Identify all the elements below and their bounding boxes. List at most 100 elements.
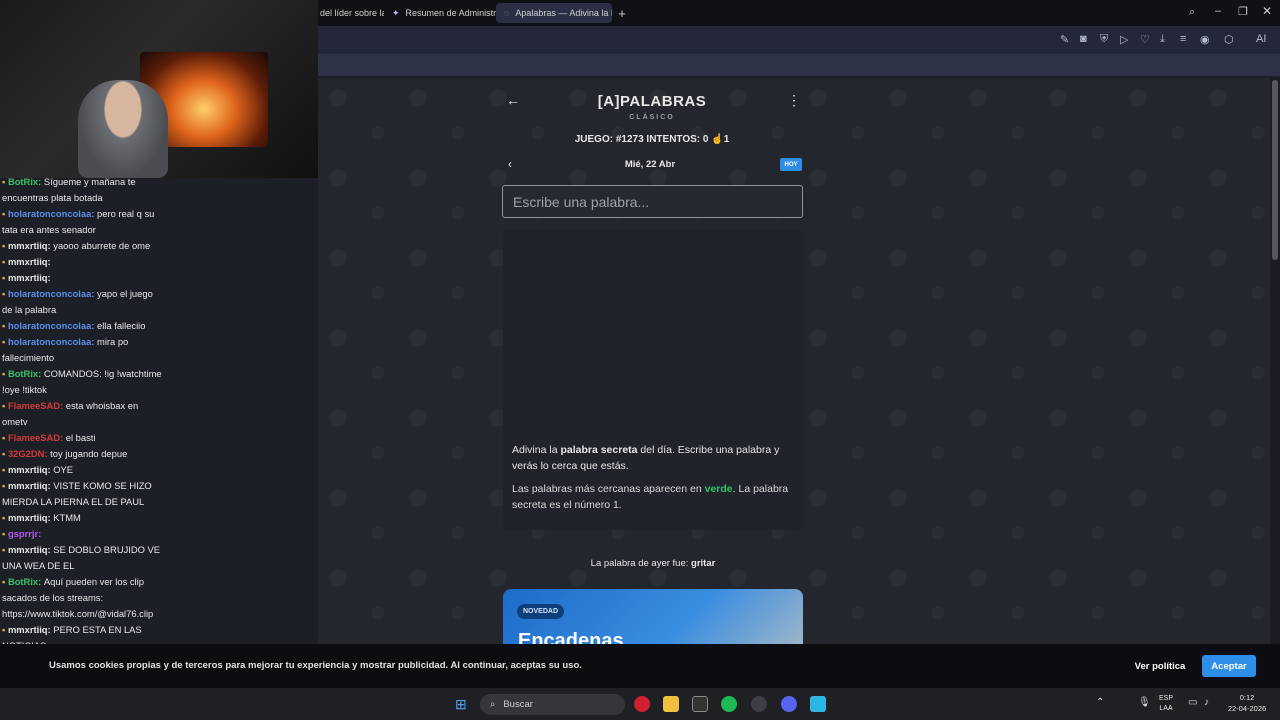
- heart-icon[interactable]: ♡: [1140, 33, 1150, 46]
- chat-message: ▪ mmxrtiiq: SE DOBLO BRUJIDO VE UNA WEA …: [0, 542, 166, 574]
- shield-icon[interactable]: ⛨: [1100, 33, 1108, 46]
- epic-games-icon[interactable]: [692, 696, 708, 712]
- chat-message: ▪ holaratonconcolaa: mira po fallecimien…: [0, 334, 166, 366]
- browser-tab[interactable]: del líder sobre la: [312, 3, 384, 23]
- game-mode-label: CLÁSICO: [629, 114, 675, 121]
- chat-username[interactable]: mmxrtiiq:: [8, 624, 53, 635]
- notepad-icon[interactable]: [810, 696, 826, 712]
- spotify-icon[interactable]: [721, 696, 737, 712]
- scrollbar-thumb[interactable]: [1272, 80, 1278, 260]
- new-tab-button[interactable]: +: [612, 3, 632, 23]
- today-badge[interactable]: HOY: [780, 158, 802, 171]
- list-icon[interactable]: ≡: [1180, 33, 1186, 45]
- maximize-icon[interactable]: ❐: [1238, 5, 1248, 18]
- edit-icon[interactable]: ✎: [1060, 33, 1069, 46]
- instructions-part: Las palabras más cercanas aparecen en: [512, 483, 705, 495]
- browser-tab-active[interactable]: ◌ Apalabras — Adivina la P: [496, 3, 612, 23]
- yesterday-word: gritar: [691, 558, 716, 569]
- chat-username[interactable]: BotRix:: [8, 176, 44, 187]
- cookie-text: Usamos cookies propias y de terceros par…: [49, 660, 582, 671]
- discord-icon[interactable]: [781, 696, 797, 712]
- chat-message: ▪ FlameeSAD: el basti: [0, 430, 166, 446]
- chat-message: ▪ holaratonconcolaa: pero real q su tata…: [0, 206, 166, 238]
- chat-username[interactable]: mmxrtiiq:: [8, 512, 53, 523]
- chat-username[interactable]: BotRix:: [8, 368, 44, 379]
- chevron-up-icon[interactable]: ⌃: [1096, 697, 1104, 708]
- chat-username[interactable]: BotRix:: [8, 576, 44, 587]
- chat-username[interactable]: holaratonconcolaa:: [8, 336, 97, 347]
- chat-username[interactable]: holaratonconcolaa:: [8, 288, 97, 299]
- yesterday-label: La palabra de ayer fue:: [590, 558, 692, 569]
- app-icon[interactable]: [751, 696, 767, 712]
- chat-username[interactable]: holaratonconcolaa:: [8, 320, 97, 331]
- chat-username[interactable]: mmxrtiiq:: [8, 272, 51, 283]
- chat-message: ▪ gsprrjr:: [0, 526, 166, 542]
- camera-icon[interactable]: ◙: [1080, 33, 1087, 45]
- lang-code: ESP: [1159, 695, 1174, 702]
- chat-text: el basti: [65, 432, 96, 443]
- word-input[interactable]: [502, 185, 803, 218]
- profile-icon[interactable]: ◉: [1200, 33, 1210, 46]
- chat-username[interactable]: mmxrtiiq:: [8, 256, 51, 267]
- back-arrow-icon[interactable]: ←: [506, 92, 520, 108]
- view-policy-button[interactable]: Ver política: [1124, 655, 1196, 677]
- play-icon[interactable]: ▷: [1120, 33, 1128, 46]
- browser-toolbar: ✎ ◙ ⛨ ▷ ♡ ⤓ ≡ ◉ ⬡ AI: [318, 26, 1280, 54]
- yesterday-word-line: La palabra de ayer fue: gritar: [503, 558, 803, 569]
- extension-icon[interactable]: ⬡: [1224, 33, 1234, 46]
- close-icon[interactable]: ✕: [1262, 4, 1272, 18]
- page-title: [A]PALABRAS: [597, 93, 707, 110]
- ai-icon[interactable]: AI: [1256, 33, 1266, 45]
- instructions-emphasis: palabra secreta: [560, 444, 638, 456]
- chat-username[interactable]: FlameeSAD:: [8, 400, 66, 411]
- chat-message: ▪ mmxrtiiq: KTMM: [0, 510, 166, 526]
- chat-text: toy jugando depue: [50, 448, 128, 459]
- sparkle-icon: ✦: [392, 7, 400, 18]
- chat-username[interactable]: gsprrjr:: [8, 528, 41, 539]
- chat-message: ▪ mmxrtiiq: VISTE KOMO SE HIZO MIERDA LA…: [0, 478, 166, 510]
- game-stats: JUEGO: #1273 INTENTOS: 0 ☝1: [574, 134, 730, 145]
- search-icon: ⌕: [490, 699, 496, 710]
- tab-label: Resumen de Administrac: [405, 8, 496, 18]
- tab-label: Apalabras — Adivina la P: [515, 8, 612, 18]
- chat-message: ▪ mmxrtiiq: OYE: [0, 462, 166, 478]
- chat-message: ▪ BotRix: Aquí pueden ver los clip sacad…: [0, 574, 166, 622]
- file-explorer-icon[interactable]: [663, 696, 679, 712]
- search-label: Buscar: [503, 699, 533, 710]
- language-indicator[interactable]: ESP LAA: [1159, 694, 1173, 714]
- chat-message: ▪ FlameeSAD: esta whoisbax en ometv: [0, 398, 166, 430]
- chat-text: OYE: [53, 464, 74, 475]
- download-icon[interactable]: ⤓: [1160, 33, 1165, 46]
- system-clock[interactable]: 0:12 22-04-2026: [1222, 692, 1272, 714]
- instructions-part: Adivina la: [512, 444, 561, 456]
- accept-cookies-button[interactable]: Aceptar: [1202, 655, 1256, 677]
- microphone-icon[interactable]: 🎙: [1138, 697, 1151, 708]
- instructions-text-secondary: Las palabras más cercanas aparecen en ve…: [512, 481, 798, 513]
- windows-start-icon[interactable]: ⊞: [455, 696, 467, 713]
- minimize-icon[interactable]: –: [1215, 5, 1221, 17]
- taskbar-search[interactable]: ⌕ Buscar: [480, 694, 625, 715]
- speaker-icon[interactable]: ♪: [1204, 697, 1209, 708]
- game-date: Mié, 22 Abr: [624, 159, 676, 170]
- chat-username[interactable]: mmxrtiiq:: [8, 480, 53, 491]
- chat-message: ▪ holaratonconcolaa: yapo el juego de la…: [0, 286, 166, 318]
- chat-message: ▪ mmxrtiiq: yaooo aburrete de ome: [0, 238, 166, 254]
- chat-username[interactable]: FlameeSAD:: [8, 432, 66, 443]
- browser-tab[interactable]: ✦ Resumen de Administrac: [384, 3, 496, 23]
- chat-text: ella falleciio: [97, 320, 146, 331]
- chat-message: ▪ mmxrtiiq:: [0, 270, 166, 286]
- chat-username[interactable]: mmxrtiiq:: [8, 544, 53, 555]
- opera-icon[interactable]: [634, 696, 650, 712]
- previous-day-icon[interactable]: ‹: [508, 157, 512, 171]
- network-icon[interactable]: ▭: [1188, 697, 1197, 708]
- bookmarks-bar: [318, 54, 1280, 76]
- chat-username[interactable]: holaratonconcolaa:: [8, 208, 97, 219]
- search-icon[interactable]: ⌕: [1189, 6, 1195, 19]
- tab-label: del líder sobre la: [320, 8, 384, 18]
- chat-username[interactable]: mmxrtiiq:: [8, 240, 53, 251]
- clock-date: 22-04-2026: [1227, 704, 1267, 713]
- more-menu-icon[interactable]: ⋮: [787, 92, 801, 109]
- chat-message: ▪ 32G2DN: toy jugando depue: [0, 446, 166, 462]
- chat-username[interactable]: mmxrtiiq:: [8, 464, 53, 475]
- chat-username[interactable]: 32G2DN:: [8, 448, 50, 459]
